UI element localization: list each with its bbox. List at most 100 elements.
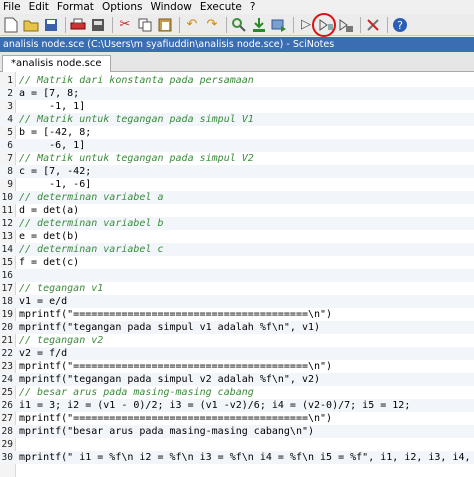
menu-window[interactable]: Window [147,1,194,13]
floppy-icon[interactable] [89,16,107,34]
new-file-icon[interactable] [2,16,20,34]
code-text: f = det(c) [19,257,80,268]
code-text: // Matrik untuk tegangan pada simpul V2 [19,153,254,164]
toolbar-separator [179,16,180,33]
code-line[interactable]: 14 // determinan variabel c [0,243,474,256]
code-text: // Matrik untuk tegangan pada simpul V1 [19,114,254,125]
line-number: 22 [1,348,13,359]
save-icon[interactable] [42,16,60,34]
code-line[interactable]: 6 -6, 1] [0,139,474,152]
svg-text:?: ? [397,19,403,32]
code-line[interactable]: 30 mprintf(" i1 = %f\n i2 = %f\n i3 = %f\… [0,451,474,464]
code-text: d = det(a) [19,205,80,216]
line-number: 1 [7,75,13,86]
execute-icon[interactable] [270,16,288,34]
code-text: i1 = 3; i2 = (v1 - 0)/2; i3 = (v1 -v2)/6… [19,400,411,411]
print-icon[interactable] [69,16,87,34]
cut-icon[interactable]: ✂ [116,16,134,34]
menu-execute[interactable]: Execute [197,1,245,13]
code-line[interactable]: 15 f = det(c) [0,256,474,269]
line-number: 26 [1,400,13,411]
code-line[interactable]: 3 -1, 1] [0,100,474,113]
tab-analisis-node[interactable]: *analisis node.sce [2,55,111,72]
code-line[interactable]: 8 c = [7, -42; [0,165,474,178]
load-into-scilab-icon[interactable] [250,16,268,34]
tools-icon[interactable] [364,16,382,34]
toolbar-separator [65,16,66,33]
code-text: // Matrik dari konstanta pada persamaan [19,75,254,86]
toolbar-separator [360,16,361,33]
code-text: v2 = f/d [19,348,68,359]
code-text: // determinan variabel a [19,192,164,203]
code-line[interactable]: 5 b = [-42, 8; [0,126,474,139]
line-number: 17 [1,283,13,294]
code-text: mprintf("tegangan pada simpul v2 adalah … [19,374,321,385]
code-text: b = [-42, 8; [19,127,92,138]
toolbar-separator [387,16,388,33]
line-number: 28 [1,426,13,437]
toolbar-separator [293,16,294,33]
code-text: // tegangan v2 [19,335,104,346]
line-number: 7 [7,153,13,164]
code-text: c = [7, -42; [19,166,92,177]
line-number: 11 [1,205,13,216]
code-line[interactable]: 23 mprintf("=============================… [0,360,474,373]
code-line[interactable]: 17 // tegangan v1 [0,282,474,295]
code-line[interactable]: 25 // besar arus pada masing-masing caban… [0,386,474,399]
line-number: 4 [7,114,13,125]
code-line[interactable]: 21 // tegangan v2 [0,334,474,347]
code-line[interactable]: 20 mprintf("tegangan pada simpul v1 adala… [0,321,474,334]
line-number: 19 [1,309,13,320]
menu-edit[interactable]: Edit [26,1,52,13]
code-text: // tegangan v1 [19,283,104,294]
line-number: 14 [1,244,13,255]
line-number: 10 [1,192,13,203]
code-line[interactable]: 1 // Matrik dari konstanta pada persamaan [0,74,474,87]
code-editor[interactable]: 1 // Matrik dari konstanta pada persamaan… [0,72,474,477]
redo-icon[interactable]: ↷ [203,16,221,34]
code-text: a = [7, 8; [19,88,80,99]
code-line[interactable]: 2 a = [7, 8; [0,87,474,100]
code-line[interactable]: 13 e = det(b) [0,230,474,243]
menu-format[interactable]: Format [54,1,97,13]
tab-bar: *analisis node.sce [0,52,474,72]
undo-icon[interactable]: ↶ [183,16,201,34]
run-icon[interactable]: ▷ [297,16,315,34]
code-line[interactable]: 4 // Matrik untuk tegangan pada simpul V1 [0,113,474,126]
code-line[interactable]: 9 -1, -6] [0,178,474,191]
code-text: mprintf("===============================… [19,413,333,424]
help-icon[interactable]: ? [391,16,409,34]
code-line[interactable]: 10 // determinan variabel a [0,191,474,204]
code-text: mprintf("besar arus pada masing-masing c… [19,426,315,437]
code-line[interactable]: 28 mprintf("besar arus pada masing-masing… [0,425,474,438]
code-line[interactable]: 12 // determinan variabel b [0,217,474,230]
code-line[interactable]: 22 v2 = f/d [0,347,474,360]
code-line[interactable]: 24 mprintf("tegangan pada simpul v2 adala… [0,373,474,386]
save-and-run-icon[interactable] [337,16,355,34]
menu-help[interactable]: ? [247,1,259,13]
code-line[interactable]: 11 d = det(a) [0,204,474,217]
line-number: 12 [1,218,13,229]
run-echo-icon[interactable] [317,16,335,34]
paste-icon[interactable] [156,16,174,34]
code-text: -1, 1] [19,101,86,112]
code-line[interactable]: 19 mprintf("=============================… [0,308,474,321]
copy-icon[interactable] [136,16,154,34]
menu-file[interactable]: File [0,1,24,13]
line-number: 21 [1,335,13,346]
find-icon[interactable] [230,16,248,34]
code-line[interactable]: 29 [0,438,474,451]
line-number: 23 [1,361,13,372]
toolbar-separator [226,16,227,33]
code-line[interactable]: 7 // Matrik untuk tegangan pada simpul V2 [0,152,474,165]
code-line[interactable]: 26 i1 = 3; i2 = (v1 - 0)/2; i3 = (v1 -v2)… [0,399,474,412]
line-number: 29 [1,439,13,450]
menu-bar: File Edit Format Options Window Execute? [0,0,474,14]
code-line[interactable]: 27 mprintf("=============================… [0,412,474,425]
code-line[interactable]: 16 [0,269,474,282]
line-number: 13 [1,231,13,242]
open-folder-icon[interactable] [22,16,40,34]
code-line[interactable]: 18 v1 = e/d [0,295,474,308]
window-title: analisis node.sce (C:\Users\m syafiuddin… [0,37,474,52]
menu-options[interactable]: Options [99,1,146,13]
